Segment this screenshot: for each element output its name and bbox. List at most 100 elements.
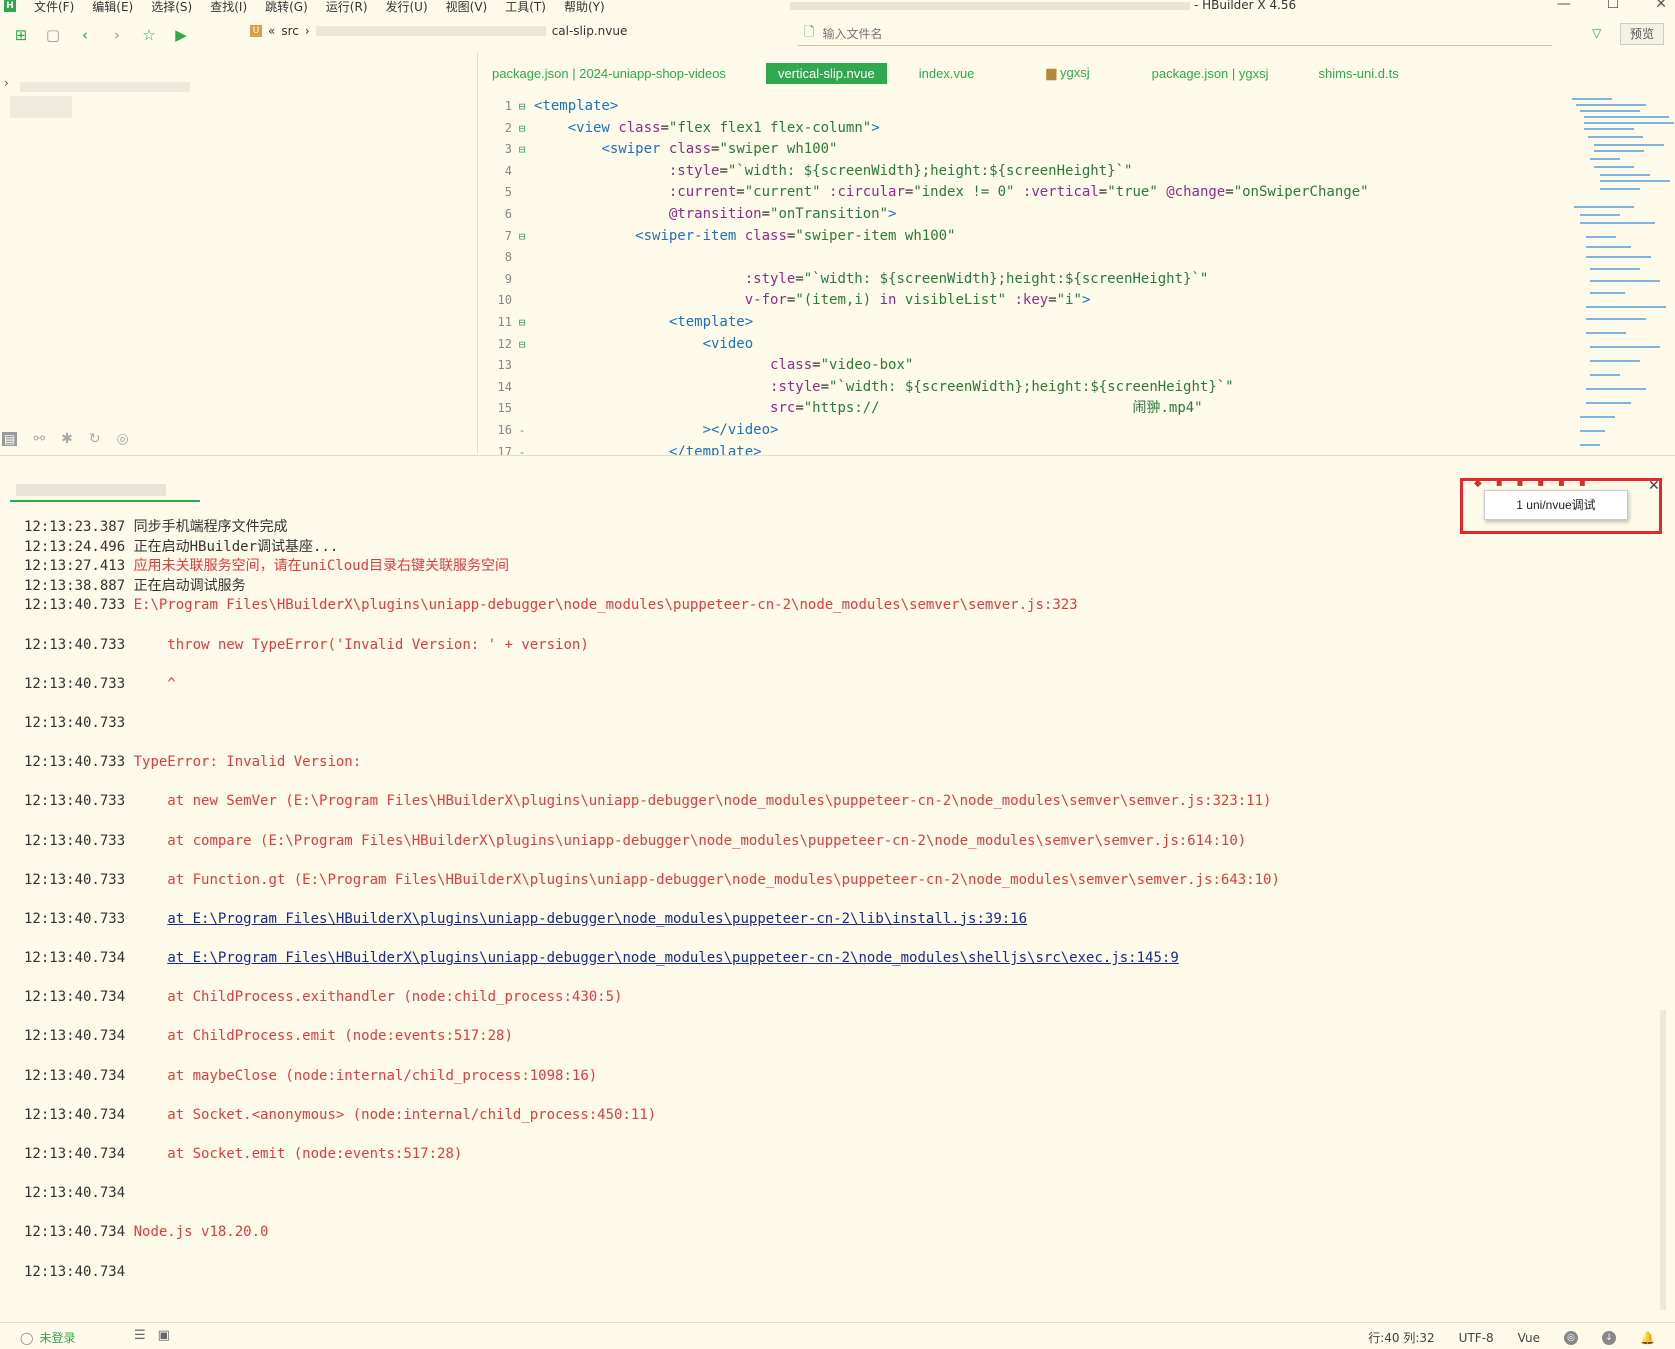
back-arrow-icon[interactable]: ‹ <box>74 24 96 46</box>
blurred-project-name <box>20 82 190 92</box>
folder-icon: ▆ <box>1046 65 1057 80</box>
blurred-project-child <box>10 96 72 118</box>
log-link[interactable]: at E:\Program Files\HBuilderX\plugins\un… <box>167 950 1178 966</box>
console-log-line: 12:13:40.734 at E:\Program Files\HBuilde… <box>24 949 1644 969</box>
menu-tools[interactable]: 工具(T) <box>505 0 546 15</box>
breadcrumb-file[interactable]: cal-slip.nvue <box>552 24 628 38</box>
log-message: 应用未关联服务空间，请在uniCloud目录右键关联服务空间 <box>133 558 510 575</box>
log-link[interactable]: at E:\Program Files\HBuilderX\plugins\un… <box>167 911 1027 927</box>
console-log-line: 12:13:40.734 <box>24 1184 1644 1204</box>
code-line: 7 ⊟ <swiper-item class="swiper-item wh100… <box>480 226 1570 248</box>
new-file-icon[interactable]: ⊞ <box>10 24 32 46</box>
log-timestamp: 12:13:27.413 <box>24 558 126 575</box>
log-timestamp: 12:13:40.733 <box>24 597 126 614</box>
log-timestamp: 12:13:24.496 <box>24 538 126 555</box>
log-timestamp: 12:13:40.734 <box>24 1185 126 1202</box>
status-bar: ◯ 未登录 ☰ ▣ 行:40 列:32 UTF-8 Vue ◎ ↓ 🔔 <box>0 1322 1675 1349</box>
menu-file[interactable]: 文件(F) <box>34 0 74 15</box>
minimap[interactable] <box>1570 96 1674 456</box>
log-timestamp: 12:13:40.734 <box>24 989 126 1006</box>
git-icon[interactable]: ↻ <box>89 431 101 447</box>
log-message: ^ <box>133 675 176 692</box>
console-log-line: 12:13:40.734 Node.js v18.20.0 <box>24 1223 1644 1243</box>
console-log-line: 12:13:40.733 E:\Program Files\HBuilderX\… <box>24 596 1644 616</box>
save-icon[interactable]: ▢ <box>42 24 64 46</box>
log-message: 正在启动调试服务 <box>133 577 246 594</box>
tab-package-json-shop[interactable]: package.json | 2024-uniapp-shop-videos <box>480 63 738 84</box>
menu-view[interactable]: 视图(V) <box>446 0 488 15</box>
log-timestamp: 12:13:40.734 <box>24 1263 126 1280</box>
log-message: at compare (E:\Program Files\HBuilderX\p… <box>133 832 1247 849</box>
console-log-line: 12:13:40.733 throw new TypeError('Invali… <box>24 636 1644 656</box>
menu-help[interactable]: 帮助(Y) <box>564 0 605 15</box>
fold-icon[interactable]: ⊟ <box>514 334 530 356</box>
panel-tabs: ▤ ⚯ ✱ ↻ ◎ <box>0 424 478 454</box>
terminal-icon[interactable]: ▣ <box>158 1328 170 1343</box>
expand-chevron-icon[interactable]: › <box>4 76 9 90</box>
console-log-line: 12:13:40.734 <box>24 1263 1644 1283</box>
encoding[interactable]: UTF-8 <box>1459 1331 1494 1345</box>
forward-arrow-icon[interactable]: › <box>106 24 128 46</box>
language-mode[interactable]: Vue <box>1518 1331 1540 1345</box>
code-line: 16- ></video> <box>497 421 779 438</box>
code-line: 17- </template> <box>497 443 762 457</box>
preview-button[interactable]: 预览 <box>1620 23 1664 45</box>
breadcrumb-chevron-icon: « <box>268 24 276 38</box>
menu-publish[interactable]: 发行(U) <box>386 0 428 15</box>
log-message: 同步手机端程序文件完成 <box>133 519 288 535</box>
console-tab[interactable] <box>10 478 200 502</box>
breadcrumb-src[interactable]: src <box>281 24 299 38</box>
minimize-icon[interactable]: — <box>1557 0 1571 12</box>
editor-tabs: package.json | 2024-uniapp-shop-videos v… <box>480 60 1411 86</box>
menu-select[interactable]: 选择(S) <box>151 0 192 15</box>
plugin-icon[interactable]: ◎ <box>117 431 129 447</box>
console-log-line: 12:13:40.733 <box>24 714 1644 734</box>
login-status[interactable]: ◯ 未登录 <box>20 1329 75 1346</box>
fold-icon[interactable]: ⊟ <box>514 139 530 161</box>
download-icon[interactable]: ↓ <box>1602 1330 1617 1345</box>
maximize-icon[interactable]: ☐ <box>1607 0 1620 12</box>
console-close-icon[interactable]: ✕ <box>1648 478 1660 494</box>
menu-goto[interactable]: 跳转(G) <box>265 0 308 15</box>
log-timestamp: 12:13:40.733 <box>24 714 126 731</box>
fold-icon[interactable]: ⊟ <box>514 312 530 334</box>
status-icons: ☰ ▣ <box>134 1328 170 1343</box>
code-editor[interactable]: 1 ⊟ <template> 2 ⊟ <view class="flex flex1 … <box>480 96 1570 456</box>
close-window-icon[interactable]: ✕ <box>1655 0 1667 12</box>
log-message: at maybeClose (node:internal/child_proce… <box>133 1067 598 1084</box>
menu-edit[interactable]: 编辑(E) <box>92 0 133 15</box>
filter-icon[interactable]: ▽ <box>1592 26 1601 40</box>
fold-icon[interactable]: ⊟ <box>514 226 530 248</box>
menu-run[interactable]: 运行(R) <box>326 0 368 15</box>
tab-ygxsj[interactable]: ▆ ygxsj <box>1034 62 1101 84</box>
fold-icon[interactable]: ⊟ <box>514 118 530 140</box>
nvue-debug-menu-item[interactable]: 1 uni/nvue调试 <box>1484 490 1628 520</box>
list-icon[interactable]: ☰ <box>134 1328 146 1343</box>
log-timestamp: 12:13:40.733 <box>24 793 126 810</box>
binoculars-icon[interactable]: ⚯ <box>33 431 45 447</box>
console-output[interactable]: 12:13:23.387 同步手机端程序文件完成 12:13:24.496 正在启… <box>24 518 1644 1282</box>
tab-package-json-ygxsj[interactable]: package.json | ygxsj <box>1140 63 1281 84</box>
menu-find[interactable]: 查找(I) <box>210 0 247 15</box>
tab-shims-uni[interactable]: shims-uni.d.ts <box>1307 63 1411 84</box>
code-line: 15 src="https:// 闹翀.mp4" <box>497 400 1203 417</box>
cursor-position[interactable]: 行:40 列:32 <box>1368 1329 1434 1346</box>
tab-vertical-slip[interactable]: vertical-slip.nvue <box>765 62 887 84</box>
console-scrollbar[interactable] <box>1660 1010 1666 1310</box>
tab-index-vue[interactable]: index.vue <box>907 63 987 84</box>
project-tree-root[interactable]: › <box>4 76 9 90</box>
hbuilder-logo-icon: H <box>4 0 16 12</box>
run-icon[interactable]: ▶ <box>170 24 192 46</box>
file-search-input[interactable] <box>822 26 1552 41</box>
star-icon[interactable]: ☆ <box>138 24 160 46</box>
log-message: at ChildProcess.exithandler (node:child_… <box>133 989 623 1006</box>
project-manager-icon[interactable]: ▤ <box>2 432 18 446</box>
chat-icon[interactable]: ◎ <box>1564 1330 1579 1345</box>
code-line: 4 :style="`width: ${screenWidth};height:… <box>504 162 1133 179</box>
bug-icon[interactable]: ✱ <box>61 431 73 447</box>
project-panel: › ▤ ⚯ ✱ ↻ ◎ <box>0 52 478 454</box>
fold-icon[interactable]: ⊟ <box>514 96 530 118</box>
bell-icon[interactable]: 🔔 <box>1640 1331 1655 1345</box>
panel-divider[interactable] <box>0 455 1675 456</box>
console-log-line: 12:13:40.733 at Function.gt (E:\Program … <box>24 871 1644 891</box>
